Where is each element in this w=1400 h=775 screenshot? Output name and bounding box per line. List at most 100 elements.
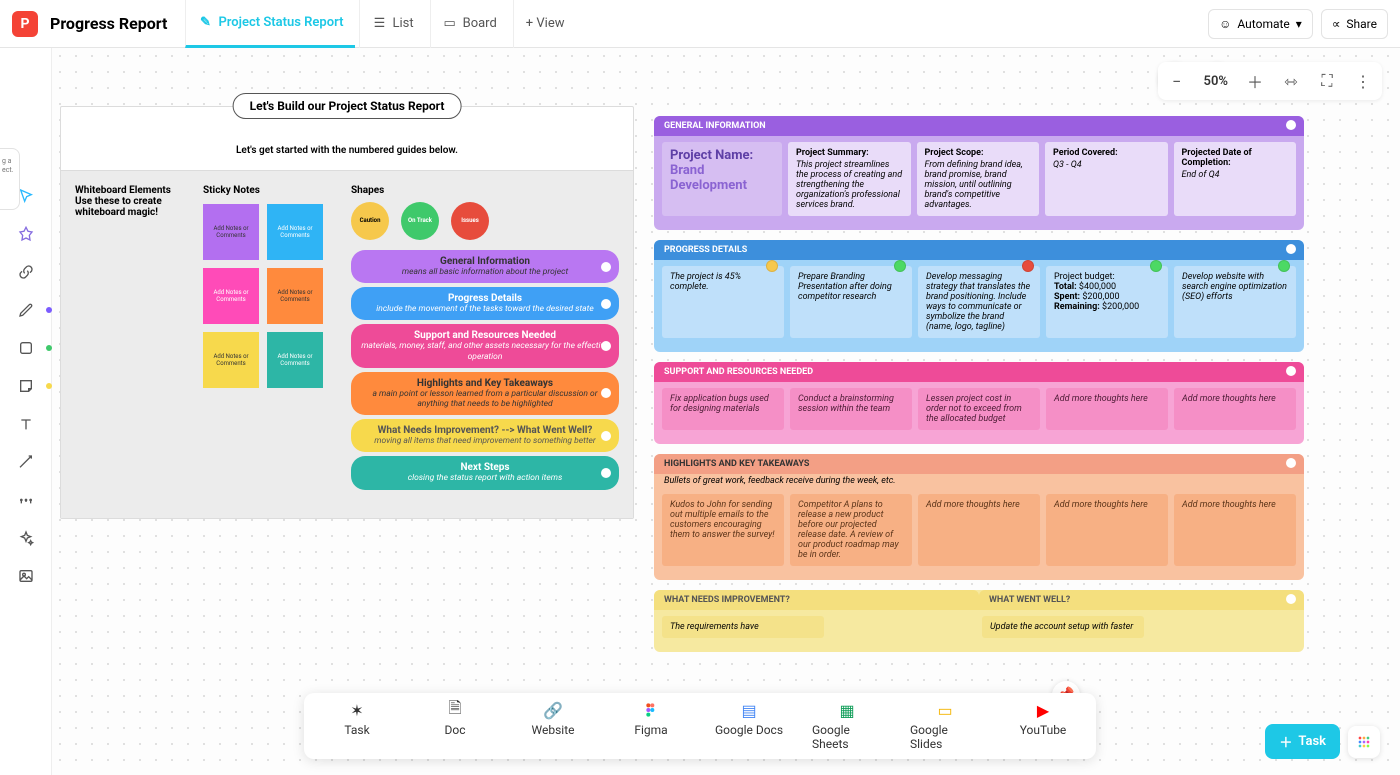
tool-pen[interactable] [8,292,44,328]
clipped-card-left[interactable]: g a ect. [0,148,20,210]
link-icon: 🔗 [544,701,562,719]
zoom-level[interactable]: 50% [1198,74,1234,89]
doc-title[interactable]: Progress Report [50,14,167,33]
legend-pill[interactable]: Next Stepsclosing the status report with… [351,456,619,489]
automate-button[interactable]: ☺ Automate ▾ [1208,9,1313,39]
tool-templates[interactable] [8,216,44,252]
legend-pill[interactable]: Progress Detailsinclude the movement of … [351,287,619,320]
legend-pill[interactable]: Highlights and Key Takeawaysa main point… [351,372,619,415]
sticky-grid: Add Notes or Comments Add Notes or Comme… [203,204,337,388]
tool-link[interactable] [8,254,44,290]
tool-connector[interactable] [8,444,44,480]
support-card[interactable]: Add more thoughts here [1174,388,1296,430]
insert-doc[interactable]: 🗎Doc [420,701,490,751]
top-bar: P Progress Report ✎ Project Status Repor… [0,0,1400,48]
tool-shape[interactable] [8,330,44,366]
legend-pill[interactable]: General Informationmeans all basic infor… [351,250,619,283]
figma-icon [642,701,660,719]
share-button[interactable]: ∝ Share [1321,9,1388,39]
section-support[interactable]: SUPPORT AND RESOURCES NEEDED Fix applica… [654,362,1304,444]
tab-label: Board [463,16,497,31]
insert-bar: ✶Task 🗎Doc 🔗Website Figma ▤Google Docs ▦… [304,693,1096,759]
insert-gslides[interactable]: ▭Google Slides [910,701,980,751]
new-task-button[interactable]: ＋Task [1265,724,1340,759]
button-label: Automate [1237,17,1289,31]
instruction-title-chip: Let's Build our Project Status Report [233,93,462,119]
progress-card[interactable]: Project budget: Total: $400,000 Spent: $… [1046,266,1168,338]
instruction-panel[interactable]: Let's Build our Project Status Report Le… [60,106,634,519]
tool-more[interactable] [8,482,44,518]
fit-width-button[interactable]: ⇿ [1276,66,1306,96]
insert-task[interactable]: ✶Task [322,701,392,751]
highlight-card[interactable]: Add more thoughts here [918,494,1040,566]
section-highlights[interactable]: HIGHLIGHTS AND KEY TAKEAWAYS Bullets of … [654,454,1304,580]
board-icon: ▭ [443,17,457,31]
zoom-in-button[interactable]: ＋ [1240,66,1270,96]
insert-website[interactable]: 🔗Website [518,701,588,751]
support-card[interactable]: Lessen project cost in order not to exce… [918,388,1040,430]
col-shapes-label: Shapes [351,185,465,196]
tab-board[interactable]: ▭ Board [430,0,509,48]
period-card[interactable]: Period Covered: Q3 - Q4 [1045,142,1168,216]
status-circle-caution[interactable]: Caution [351,202,389,240]
sticky-note[interactable]: Add Notes or Comments [267,268,323,324]
sticky-note[interactable]: Add Notes or Comments [203,332,259,388]
youtube-icon: ▶ [1034,701,1052,719]
tool-sticky[interactable] [8,368,44,404]
gdocs-icon: ▤ [740,701,758,719]
section-improvement[interactable]: WHAT NEEDS IMPROVEMENT? WHAT WENT WELL? … [654,590,1304,652]
insert-gdocs[interactable]: ▤Google Docs [714,701,784,751]
support-card[interactable]: Add more thoughts here [1046,388,1168,430]
zoom-out-button[interactable]: − [1162,66,1192,96]
sticky-note[interactable]: Add Notes or Comments [203,204,259,260]
legend-pill[interactable]: Support and Resources Neededmaterials, m… [351,324,619,367]
view-controls: − 50% ＋ ⇿ ⛶ ⋮ [1158,62,1382,100]
insert-gsheets[interactable]: ▦Google Sheets [812,701,882,751]
section-header-right: WHAT WENT WELL? [979,590,1304,610]
section-general-info[interactable]: GENERAL INFORMATION Project Name: Brand … [654,116,1304,230]
sticky-note[interactable]: Add Notes or Comments [267,204,323,260]
highlight-card[interactable]: Kudos to John for sending out multiple e… [662,494,784,566]
sticky-note[interactable]: Add Notes or Comments [203,268,259,324]
progress-card[interactable]: Prepare Branding Presentation after doin… [790,266,912,338]
tool-text[interactable] [8,406,44,442]
improve-card[interactable]: The requirements have [662,616,824,638]
scope-card[interactable]: Project Scope: From defining brand idea,… [917,142,1040,216]
progress-card[interactable]: Develop website with search engine optim… [1174,266,1296,338]
chevron-down-icon: ▾ [1296,17,1302,31]
support-card[interactable]: Conduct a brainstorming session within t… [790,388,912,430]
section-header: PROGRESS DETAILS [654,240,1304,260]
section-progress[interactable]: PROGRESS DETAILS The project is 45% comp… [654,240,1304,352]
tab-project-status-report[interactable]: ✎ Project Status Report [185,0,355,48]
insert-youtube[interactable]: ▶YouTube [1008,701,1078,751]
tab-add-view[interactable]: + View [513,0,577,48]
share-icon: ∝ [1332,17,1341,31]
sticky-note[interactable]: Add Notes or Comments [267,332,323,388]
progress-card[interactable]: Develop messaging strategy that translat… [918,266,1040,338]
tool-ai[interactable] [8,520,44,556]
status-board[interactable]: GENERAL INFORMATION Project Name: Brand … [654,116,1304,662]
more-view-button[interactable]: ⋮ [1348,66,1378,96]
apps-button[interactable] [1348,726,1380,758]
highlight-card[interactable]: Add more thoughts here [1174,494,1296,566]
support-card[interactable]: Fix application bugs used for designing … [662,388,784,430]
progress-card[interactable]: The project is 45% complete. [662,266,784,338]
status-circle-ontrack[interactable]: On Track [401,202,439,240]
summary-card[interactable]: Project Summary: This project streamline… [788,142,911,216]
highlight-card[interactable]: Add more thoughts here [1046,494,1168,566]
tab-label: + View [526,16,565,31]
fullscreen-button[interactable]: ⛶ [1312,66,1342,96]
project-name-card[interactable]: Project Name: Brand Development [662,142,782,216]
legend-pill[interactable]: What Needs Improvement? --> What Went We… [351,419,619,452]
tab-label: Project Status Report [218,15,343,30]
col-sticky-label: Sticky Notes [203,185,317,196]
wentwell-card[interactable]: Update the account setup with faster [982,616,1144,638]
highlight-card[interactable]: Competitor A plans to release a new prod… [790,494,912,566]
completion-card[interactable]: Projected Date of Completion: End of Q4 [1174,142,1297,216]
section-header: HIGHLIGHTS AND KEY TAKEAWAYS [654,454,1304,474]
tab-list[interactable]: ☰ List [359,0,425,48]
section-header: GENERAL INFORMATION [654,116,1304,136]
insert-figma[interactable]: Figma [616,701,686,751]
status-circle-issues[interactable]: Issues [451,202,489,240]
tool-image[interactable] [8,558,44,594]
